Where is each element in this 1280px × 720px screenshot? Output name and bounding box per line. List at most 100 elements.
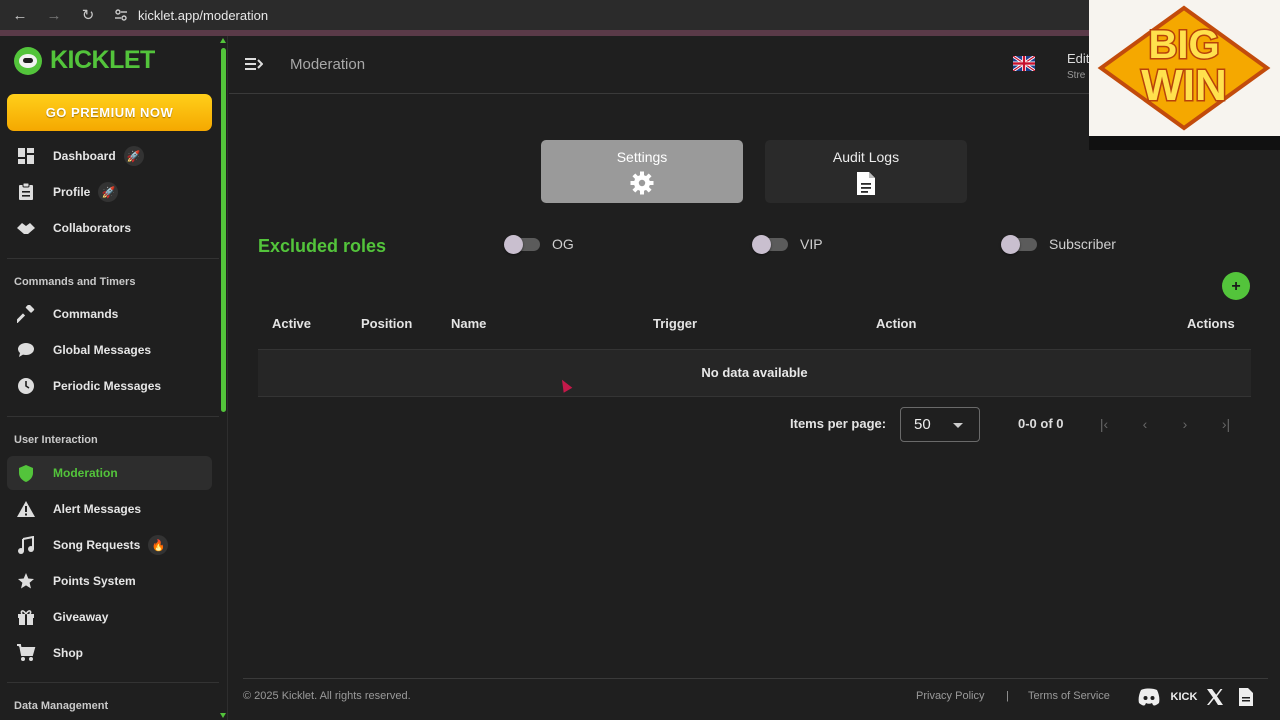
previous-page-icon[interactable]: ‹ [1135, 414, 1155, 434]
user-role: Stre [1067, 70, 1086, 81]
discord-icon[interactable] [1136, 686, 1162, 708]
items-per-page-select[interactable]: 50 [900, 407, 980, 442]
big-win-line2: WIN [1141, 61, 1227, 110]
music-note-icon [15, 536, 37, 554]
site-settings-icon[interactable] [114, 8, 128, 22]
fire-icon: 🔥 [148, 535, 169, 555]
sidebar-item-profile[interactable]: Profile 🚀 [7, 175, 212, 209]
column-header-trigger[interactable]: Trigger [653, 316, 697, 331]
sidebar-item-label: Profile [53, 185, 91, 199]
pagination-range: 0-0 of 0 [1018, 416, 1064, 431]
last-page-icon[interactable]: ›| [1216, 414, 1236, 434]
kick-icon[interactable]: KICK [1170, 686, 1198, 708]
rocket-icon: 🚀 [98, 182, 119, 202]
tab-audit-logs-label: Audit Logs [832, 149, 900, 165]
column-header-active[interactable]: Active [272, 316, 311, 331]
url-text[interactable]: kicklet.app/moderation [138, 8, 268, 23]
first-page-icon[interactable]: |‹ [1094, 414, 1114, 434]
sidebar-item-shop[interactable]: Shop [7, 636, 212, 670]
kick-label: KICK [1170, 691, 1198, 703]
toggle-switch[interactable] [752, 234, 788, 254]
document-icon [857, 172, 875, 195]
tab-settings-label: Settings [616, 149, 668, 165]
sidebar-divider [7, 416, 219, 417]
column-header-position[interactable]: Position [361, 316, 412, 331]
sidebar-item-label: Collaborators [53, 221, 132, 235]
sidebar-item-periodic-messages[interactable]: Periodic Messages [7, 369, 212, 403]
big-win-overlay: BIG WIN [1089, 0, 1280, 150]
menu-collapse-icon[interactable] [245, 56, 263, 72]
footer-divider [243, 678, 1268, 679]
document-icon[interactable] [1237, 686, 1255, 708]
hammer-icon [15, 305, 37, 323]
sidebar-scrollbar-thumb[interactable] [221, 48, 226, 412]
clipboard-icon [15, 183, 37, 201]
column-header-name[interactable]: Name [451, 316, 486, 331]
toggle-role-vip[interactable]: VIP [752, 234, 823, 254]
x-twitter-icon[interactable] [1205, 686, 1225, 708]
toggle-switch[interactable] [504, 234, 540, 254]
toggle-role-subscriber[interactable]: Subscriber [1001, 234, 1116, 254]
excluded-roles-title: Excluded roles [258, 236, 387, 256]
reload-icon[interactable]: ↻ [80, 6, 96, 24]
dashboard-icon [15, 147, 37, 165]
tab-audit-logs[interactable]: Audit Logs [765, 140, 967, 203]
sidebar-item-label: Dashboard [53, 149, 116, 163]
copyright-text: © 2025 Kicklet. All rights reserved. [243, 690, 411, 702]
toggle-switch[interactable] [1001, 234, 1037, 254]
sidebar-item-moderation[interactable]: Moderation [7, 456, 212, 490]
forward-icon[interactable]: → [46, 7, 62, 24]
privacy-policy-link[interactable]: Privacy Policy [916, 690, 984, 702]
logo[interactable]: KICKLET [14, 46, 155, 75]
sidebar-item-label: Alert Messages [53, 502, 142, 516]
go-premium-button[interactable]: GO PREMIUM NOW [7, 94, 212, 131]
sidebar-item-label: Song Requests [53, 538, 141, 552]
sidebar-item-label: Points System [53, 574, 136, 588]
scroll-down-icon[interactable] [220, 713, 226, 718]
items-per-page-value: 50 [914, 416, 931, 433]
back-icon[interactable]: ← [12, 7, 28, 24]
panda-logo-icon [14, 46, 42, 75]
sidebar-item-giveaway[interactable]: Giveaway [7, 600, 212, 634]
column-header-actions: Actions [1187, 316, 1235, 331]
sidebar-item-label: Shop [53, 646, 83, 660]
rocket-icon: 🚀 [123, 146, 144, 166]
warning-icon [15, 500, 37, 518]
sidebar-item-collaborators[interactable]: Collaborators [7, 211, 212, 245]
section-user-interaction: User Interaction [14, 434, 98, 446]
sidebar-divider [7, 682, 219, 683]
section-data-management: Data Management [14, 700, 109, 712]
browser-nav: ← → ↻ [0, 6, 96, 25]
toggle-label: OG [552, 236, 574, 252]
user-menu[interactable]: Edit Stre [1067, 50, 1089, 84]
sidebar: KICKLET GO PREMIUM NOW Dashboard 🚀 Profi… [0, 36, 228, 720]
column-header-action[interactable]: Action [876, 316, 916, 331]
toggle-label: Subscriber [1049, 236, 1116, 252]
section-commands-and-timers: Commands and Timers [14, 276, 136, 288]
uk-flag-icon[interactable] [1013, 56, 1035, 71]
terms-of-service-link[interactable]: Terms of Service [1028, 690, 1110, 702]
add-rule-button[interactable]: + [1222, 272, 1250, 300]
tab-settings[interactable]: Settings [541, 140, 743, 203]
sidebar-item-label: Giveaway [53, 610, 109, 624]
footer-separator: | [1006, 690, 1009, 702]
chevron-down-icon [953, 423, 963, 428]
sidebar-item-alert-messages[interactable]: Alert Messages [7, 492, 212, 526]
sidebar-item-label: Moderation [53, 466, 118, 480]
sidebar-item-global-messages[interactable]: Global Messages [7, 333, 212, 367]
browser-toolbar: ← → ↻ kicklet.app/moderation [0, 0, 1280, 30]
big-win-graphic: BIG WIN [1097, 5, 1271, 131]
sidebar-item-dashboard[interactable]: Dashboard 🚀 [7, 139, 212, 173]
sidebar-item-points-system[interactable]: Points System [7, 564, 212, 598]
items-per-page-label: Items per page: [790, 416, 887, 431]
logo-text: KICKLET [50, 46, 155, 74]
toggle-role-og[interactable]: OG [504, 234, 574, 254]
user-name: Edit [1067, 51, 1090, 66]
address-bar[interactable]: kicklet.app/moderation [114, 8, 268, 23]
sidebar-item-song-requests[interactable]: Song Requests 🔥 [7, 528, 212, 562]
scroll-up-icon[interactable] [220, 38, 226, 43]
next-page-icon[interactable]: › [1175, 414, 1195, 434]
chat-bubble-icon [15, 342, 37, 358]
sidebar-item-commands[interactable]: Commands [7, 297, 212, 331]
cart-icon [15, 644, 37, 662]
